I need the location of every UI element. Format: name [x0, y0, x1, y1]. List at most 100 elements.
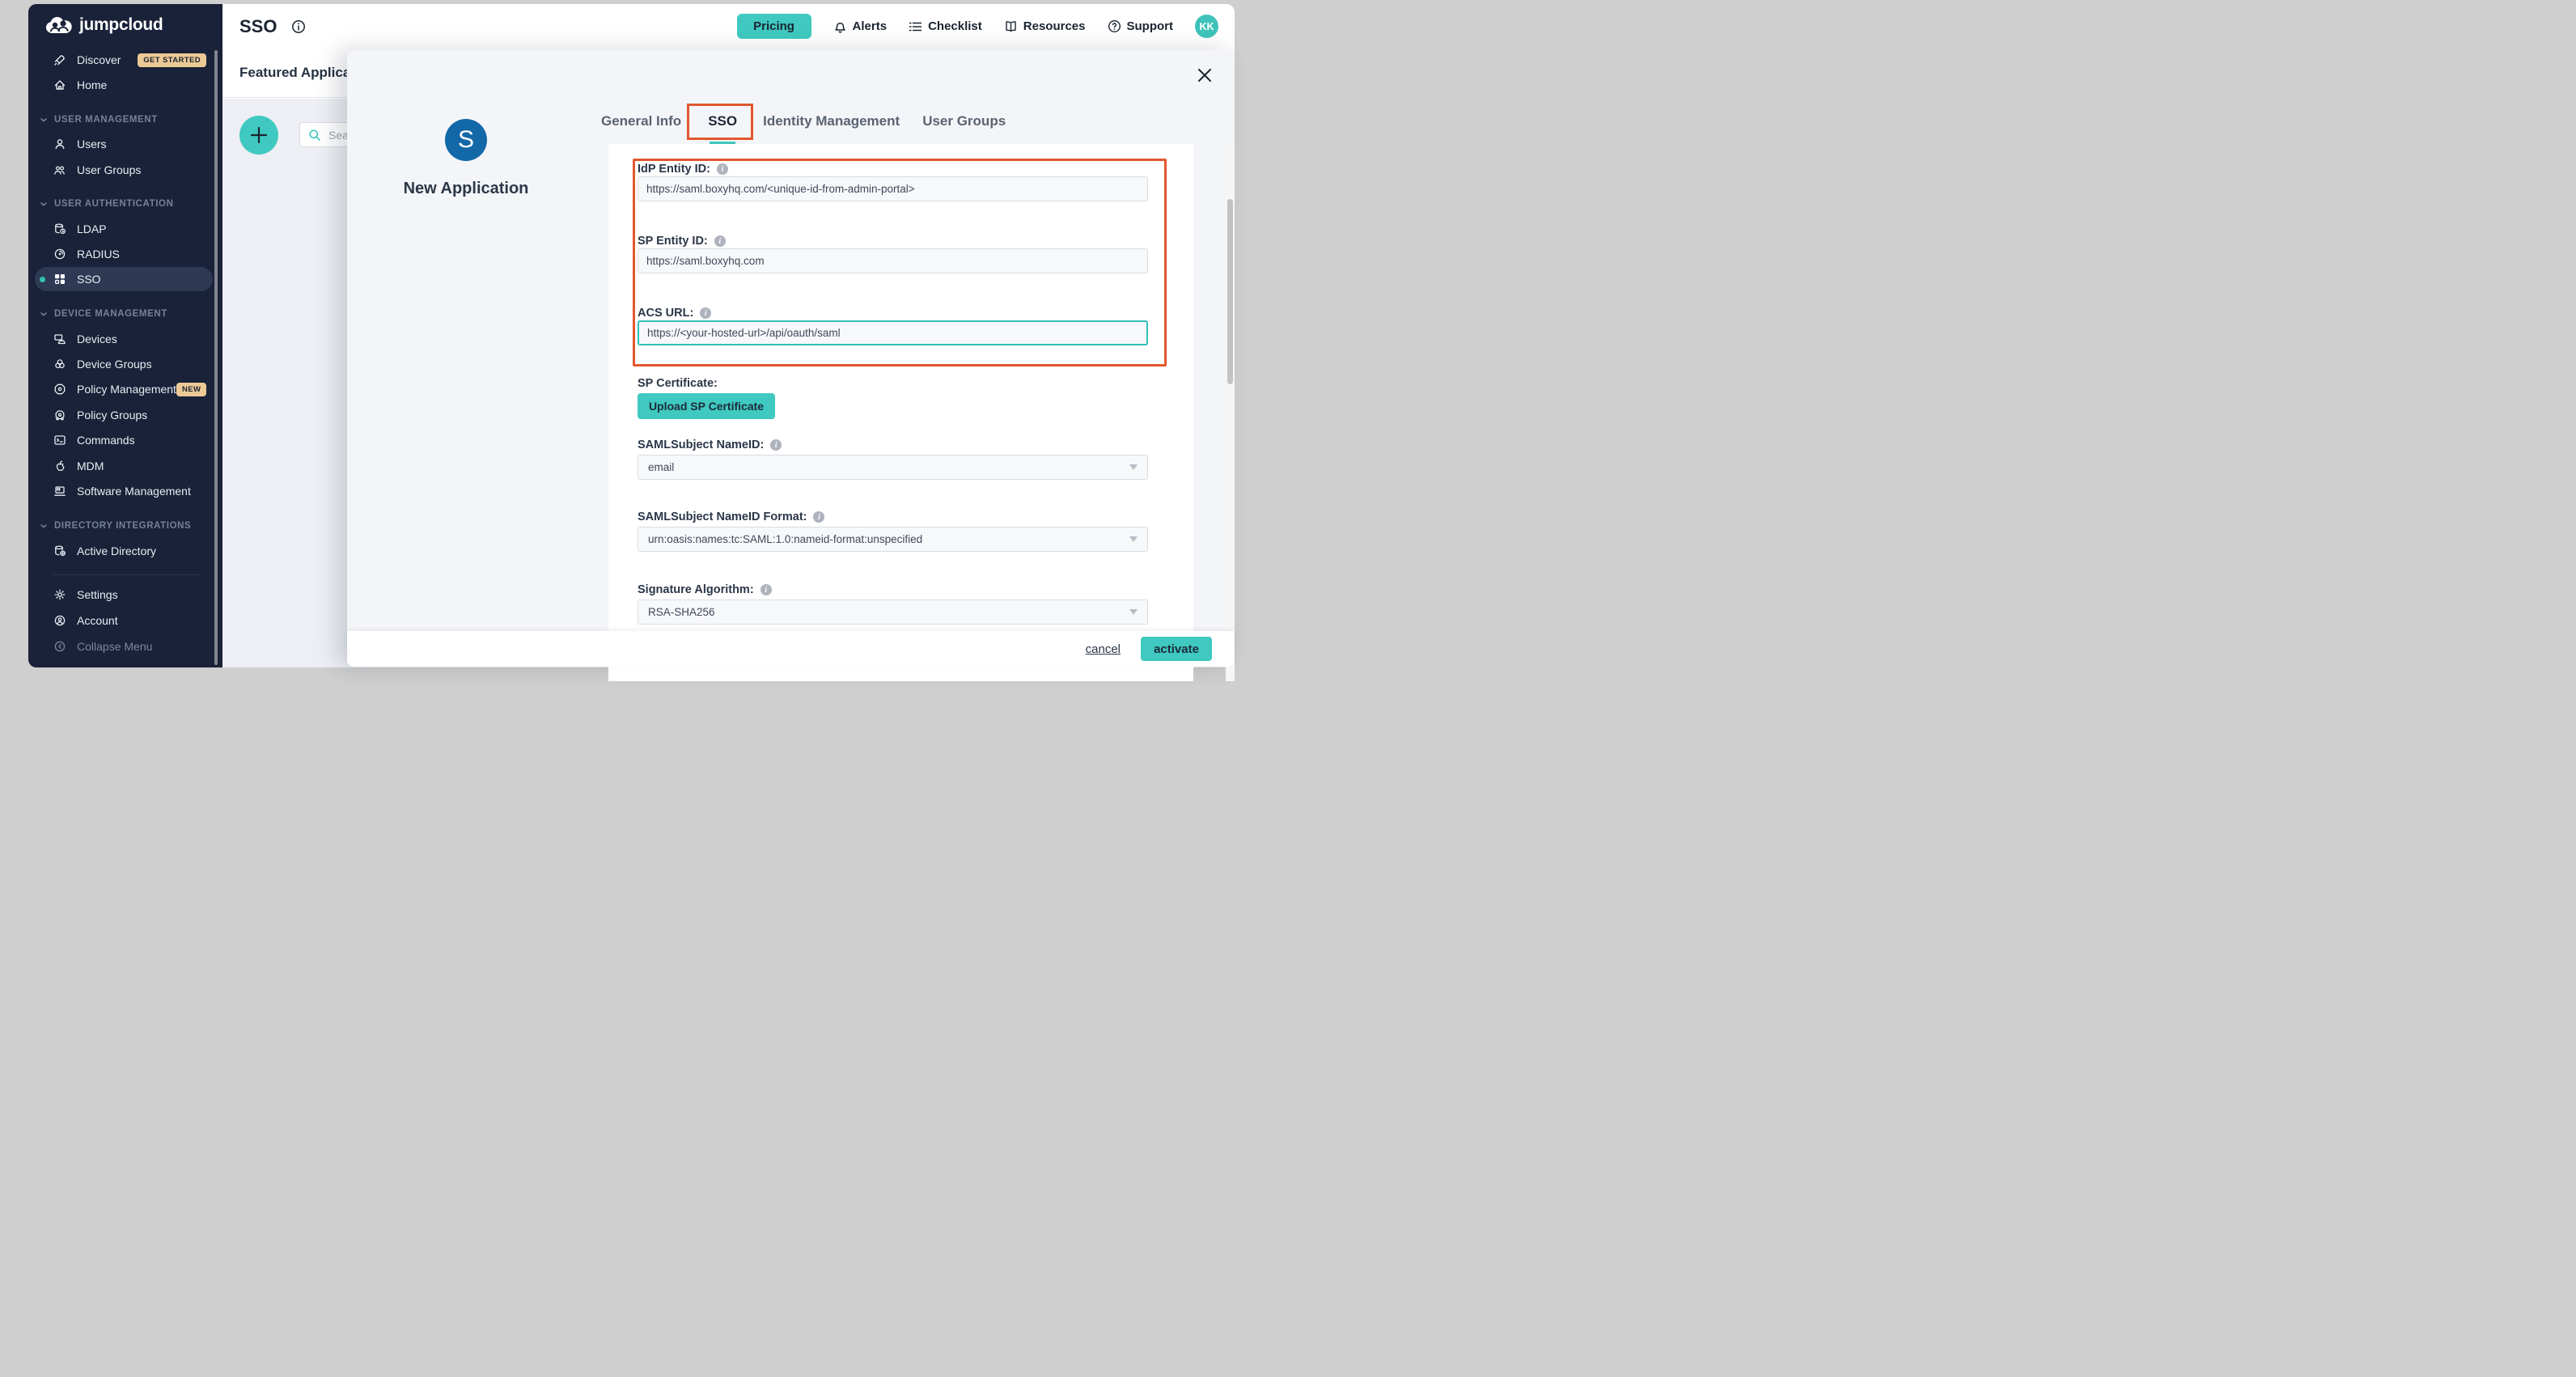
sidebar-item-mdm[interactable]: MDM — [35, 454, 213, 478]
sidebar-section-label: DEVICE MANAGEMENT — [54, 309, 167, 319]
cancel-button[interactable]: cancel — [1086, 642, 1121, 656]
sidebar-item-label: Discover — [77, 53, 121, 66]
sidebar-item-devices[interactable]: Devices — [35, 327, 213, 351]
application-avatar-letter: S — [458, 126, 474, 154]
pricing-button[interactable]: Pricing — [737, 14, 811, 39]
page-title: SSO — [239, 16, 277, 37]
close-button[interactable] — [1196, 63, 1220, 87]
sidebar-item-label: LDAP — [77, 222, 107, 235]
sidebar-item-label: Collapse Menu — [77, 640, 152, 653]
add-application-button[interactable] — [239, 116, 278, 155]
sidebar-item-software-management[interactable]: Software Management — [35, 479, 213, 503]
sidebar-section-device-management[interactable]: DEVICE MANAGEMENT — [35, 308, 213, 320]
bell-icon — [833, 19, 847, 34]
new-application-modal: S New Application General Info SSO Ident… — [347, 50, 1235, 667]
application-title: New Application — [369, 180, 563, 198]
sidebar-item-radius[interactable]: RADIUS — [35, 242, 213, 266]
checklist-button[interactable]: Checklist — [909, 19, 982, 33]
sidebar-item-users[interactable]: Users — [35, 132, 213, 156]
idp-entity-id-input[interactable] — [638, 176, 1148, 201]
nameid-info-icon[interactable]: i — [770, 439, 782, 451]
idp-info-icon[interactable]: i — [717, 163, 728, 175]
policy-group-icon — [53, 409, 66, 422]
sidebar-item-ldap[interactable]: LDAP — [35, 217, 213, 241]
saml-subject-nameid-value: email — [648, 461, 674, 473]
modal-scrollbar-thumb[interactable] — [1227, 199, 1233, 384]
sidebar-section-label: DIRECTORY INTEGRATIONS — [54, 521, 191, 531]
radius-dial-icon — [53, 248, 66, 261]
resources-button[interactable]: Resources — [1004, 19, 1086, 33]
sidebar-section-user-authentication[interactable]: USER AUTHENTICATION — [35, 198, 213, 210]
sp-entity-id-input[interactable] — [638, 248, 1148, 273]
chevron-down-icon — [40, 202, 47, 206]
sidebar-item-label: Device Groups — [77, 358, 152, 371]
sidebar-item-label: Devices — [77, 333, 117, 345]
nameid-format-select[interactable]: urn:oasis:names:tc:SAML:1.0:nameid-forma… — [638, 527, 1148, 552]
sidebar-item-label: SSO — [77, 273, 101, 286]
sidebar-item-discover[interactable]: Discover GET STARTED — [35, 48, 213, 72]
terminal-icon — [53, 434, 66, 447]
signature-info-icon[interactable]: i — [761, 584, 772, 595]
tab-sso-label: SSO — [708, 113, 737, 129]
sidebar-section-user-management[interactable]: USER MANAGEMENT — [35, 114, 213, 125]
nameid-format-label: SAMLSubject NameID Format: i — [638, 511, 824, 523]
sidebar-section-directory-integrations[interactable]: DIRECTORY INTEGRATIONS — [35, 520, 213, 532]
checklist-icon — [909, 20, 922, 33]
sp-info-icon[interactable]: i — [714, 235, 726, 247]
upload-sp-certificate-button[interactable]: Upload SP Certificate — [638, 393, 775, 419]
active-indicator-dot — [40, 277, 45, 282]
alerts-button[interactable]: Alerts — [833, 19, 888, 34]
acs-info-icon[interactable]: i — [700, 307, 711, 319]
user-avatar[interactable]: KK — [1195, 15, 1218, 38]
sidebar-item-commands[interactable]: Commands — [35, 428, 213, 452]
get-started-badge: GET STARTED — [138, 53, 206, 67]
chevron-down-icon — [40, 118, 47, 122]
sidebar-item-home[interactable]: Home — [35, 73, 213, 97]
sidebar-item-policy-groups[interactable]: Policy Groups — [35, 403, 213, 427]
signature-algorithm-select[interactable]: RSA-SHA256 — [638, 600, 1148, 625]
jumpcloud-cloud-icon — [44, 15, 74, 35]
sidebar-item-active-directory[interactable]: Active Directory — [35, 539, 213, 563]
close-icon — [1196, 66, 1220, 84]
new-badge: NEW — [176, 383, 206, 396]
jumpcloud-logo[interactable]: jumpcloud — [44, 15, 163, 35]
acs-url-input[interactable] — [638, 320, 1148, 345]
sidebar-item-label: Commands — [77, 434, 135, 447]
modal-scrollbar[interactable] — [1226, 144, 1235, 681]
apple-icon — [53, 460, 66, 472]
sidebar-item-device-groups[interactable]: Device Groups — [35, 352, 213, 376]
sidebar-section-label: USER MANAGEMENT — [54, 115, 158, 125]
support-label: Support — [1127, 19, 1174, 33]
grid-icon — [53, 273, 66, 286]
nameid-format-info-icon[interactable]: i — [813, 511, 824, 523]
tab-general-info[interactable]: General Info — [601, 108, 681, 134]
resources-label: Resources — [1023, 19, 1086, 33]
policy-icon — [53, 383, 66, 396]
book-icon — [1004, 19, 1018, 33]
dropdown-caret-icon — [1129, 464, 1138, 470]
devices-icon — [53, 333, 66, 345]
dropdown-caret-icon — [1129, 536, 1138, 542]
tab-identity-management[interactable]: Identity Management — [763, 108, 900, 134]
gear-icon — [53, 588, 66, 601]
sidebar-item-sso[interactable]: SSO — [35, 267, 213, 291]
sidebar-item-policy-management[interactable]: Policy Management NEW — [35, 377, 213, 401]
activate-button[interactable]: activate — [1141, 637, 1212, 661]
sidebar-item-settings[interactable]: Settings — [35, 583, 213, 607]
tab-sso[interactable]: SSO — [708, 108, 737, 134]
sidebar-item-label: Active Directory — [77, 544, 156, 557]
support-button[interactable]: Support — [1108, 19, 1174, 33]
dropdown-caret-icon — [1129, 609, 1138, 615]
saml-subject-nameid-select[interactable]: email — [638, 455, 1148, 480]
question-circle-icon — [1108, 19, 1121, 33]
account-circle-icon — [53, 614, 66, 627]
jumpcloud-logo-text: jumpcloud — [79, 15, 163, 35]
sidebar-item-account[interactable]: Account — [35, 608, 213, 633]
sidebar-item-user-groups[interactable]: User Groups — [35, 158, 213, 182]
sp-entity-id-label: SP Entity ID: i — [638, 235, 726, 248]
info-icon[interactable] — [291, 19, 306, 34]
signature-algorithm-value: RSA-SHA256 — [648, 606, 715, 618]
tab-user-groups[interactable]: User Groups — [922, 108, 1006, 134]
sidebar-scrollbar[interactable] — [214, 50, 218, 665]
sidebar-item-collapse-menu[interactable]: Collapse Menu — [35, 634, 213, 659]
